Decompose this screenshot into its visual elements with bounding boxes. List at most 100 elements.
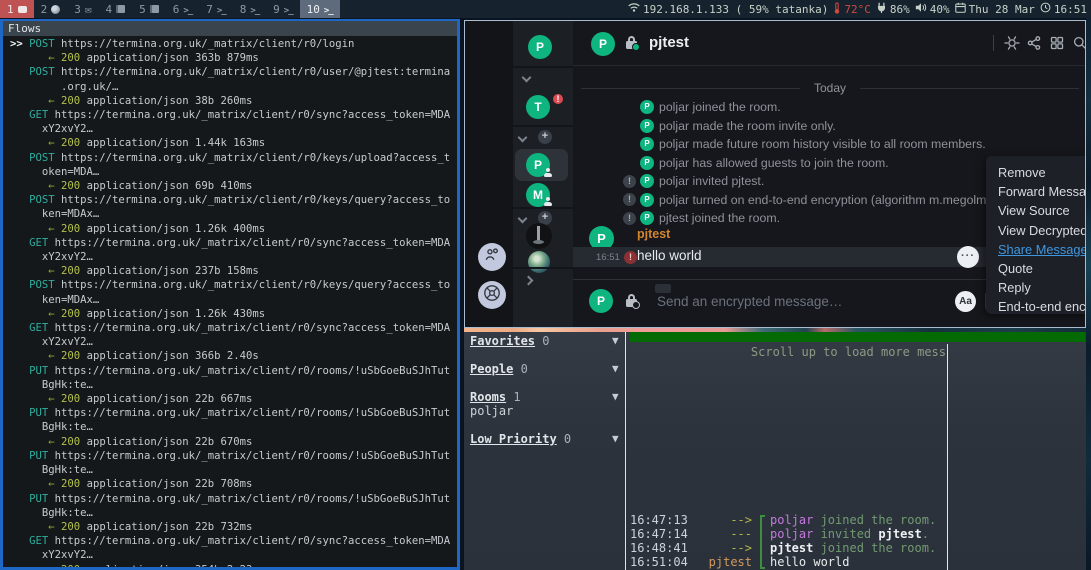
status-code: 200	[61, 436, 80, 448]
explore-rooms-button[interactable]	[478, 281, 506, 309]
buffer-section-people[interactable]: People 0	[470, 362, 528, 376]
date-label: Thu 28 Mar	[969, 3, 1035, 16]
chat-message: pjtest joined the room.	[770, 541, 936, 555]
volume-status: 40%	[915, 2, 950, 16]
firefox-icon	[51, 5, 60, 14]
room-header-avatar[interactable]: P	[591, 32, 615, 56]
workspace-button-8[interactable]: 8	[233, 0, 266, 18]
workspace-button-7[interactable]: 7	[199, 0, 232, 18]
flow-row[interactable]: PUT https://termina.org.uk/_matrix/clien…	[10, 492, 457, 506]
menu-item-view-source[interactable]: View Source	[986, 201, 1086, 220]
flow-row[interactable]: >> POST https://termina.org.uk/_matrix/c…	[10, 37, 457, 51]
workspace-button-2[interactable]: 2	[34, 0, 68, 18]
section-divider	[513, 66, 573, 68]
flow-url-continuation: xY2xvY2…	[10, 548, 457, 562]
flow-row[interactable]: GET https://termina.org.uk/_matrix/clien…	[10, 108, 457, 122]
workspace-button-6[interactable]: 6	[166, 0, 199, 18]
temperature-status: 72°C	[833, 2, 871, 17]
room-header: P pjtest	[573, 21, 1085, 66]
flow-url-continuation: BgHk:te…	[10, 420, 457, 434]
buffer-room-item[interactable]: poljar	[470, 404, 513, 418]
community-people-button[interactable]	[478, 243, 506, 271]
workspace-button-1[interactable]: 1	[0, 0, 34, 18]
workspace-button-5[interactable]: 5	[132, 0, 166, 18]
add-room-button[interactable]: +	[538, 130, 552, 144]
terminal-icon	[250, 3, 259, 16]
search-icon[interactable]	[1072, 35, 1086, 51]
message-options-button[interactable]: ···	[957, 246, 979, 268]
calendar-icon	[955, 2, 966, 16]
apps-grid-icon[interactable]	[1049, 35, 1065, 51]
user-menu-avatar[interactable]: P	[528, 35, 552, 59]
http-method: GET	[29, 535, 48, 547]
workspace-number: 2	[41, 3, 48, 16]
workspace-button-10[interactable]: 10	[300, 0, 340, 18]
menu-item-forward-message[interactable]: Forward Message	[986, 182, 1086, 201]
encrypted-lock-shield-icon	[625, 35, 641, 52]
urgent-badge: !	[551, 92, 565, 106]
chevron-down-icon[interactable]	[522, 73, 532, 83]
room-avatar-T[interactable]: T	[526, 95, 550, 119]
room-avatar-image[interactable]	[526, 223, 552, 249]
status-area: 192.168.1.133 ( 59% tatanka) 72°C 86% 40…	[628, 2, 1091, 17]
flow-row[interactable]: PUT https://termina.org.uk/_matrix/clien…	[10, 449, 457, 463]
communities-sidebar	[465, 21, 513, 327]
workspace-button-4[interactable]: 4	[99, 0, 133, 18]
flow-row[interactable]: POST https://termina.org.uk/_matrix/clie…	[10, 151, 457, 165]
workspace-button-3[interactable]: 3✉	[67, 0, 98, 18]
buffer-section-rooms[interactable]: Rooms 1	[470, 390, 521, 404]
flow-row[interactable]: GET https://termina.org.uk/_matrix/clien…	[10, 236, 457, 250]
dropdown-arrow-icon: ▼	[612, 432, 619, 445]
menu-item-reply[interactable]: Reply	[986, 278, 1086, 297]
chevron-down-icon[interactable]	[518, 133, 528, 143]
http-method: PUT	[29, 450, 48, 462]
message-input[interactable]: Send an encrypted message…	[657, 294, 937, 309]
room-avatar-image[interactable]	[528, 251, 550, 273]
flow-url-continuation: ken=MDAx…	[10, 207, 457, 221]
chat-message: poljar invited pjtest.	[770, 527, 929, 541]
menu-item-share-message[interactable]: Share Message	[986, 240, 1086, 259]
flow-url-continuation: BgHk:te…	[10, 463, 457, 477]
flow-cursor	[10, 493, 29, 505]
buffer-section-favorites[interactable]: Favorites 0	[470, 334, 549, 348]
status-code: 200	[61, 393, 80, 405]
flow-row[interactable]: PUT https://termina.org.uk/_matrix/clien…	[10, 406, 457, 420]
chat-prefix: -->	[660, 541, 752, 555]
chevron-right-icon[interactable]	[524, 276, 534, 286]
menu-item-remove[interactable]: Remove	[986, 163, 1086, 182]
response-arrow: ←	[48, 223, 61, 235]
workspace-button-9[interactable]: 9	[266, 0, 299, 18]
response-arrow: ←	[48, 308, 61, 320]
flow-row[interactable]: PUT https://termina.org.uk/_matrix/clien…	[10, 364, 457, 378]
event-avatar: P	[640, 174, 654, 188]
flow-row[interactable]: GET https://termina.org.uk/_matrix/clien…	[10, 534, 457, 548]
settings-gear-icon[interactable]	[1004, 35, 1020, 51]
header-divider	[993, 35, 994, 51]
share-icon[interactable]	[1026, 35, 1042, 51]
response-arrow: ←	[48, 564, 61, 570]
message-timestamp: 16:51	[596, 252, 620, 263]
menu-item-end-to-end-encry[interactable]: End-to-end encry	[986, 297, 1086, 314]
workspace-number: 4	[106, 3, 113, 16]
http-method: POST	[29, 194, 55, 206]
http-method: GET	[29, 237, 48, 249]
workspace-number: 5	[139, 3, 146, 16]
chat-prefix: pjtest	[660, 555, 752, 569]
buffer-section-low-priority[interactable]: Low Priority 0	[470, 432, 571, 446]
flow-cursor	[10, 535, 29, 547]
event-text: poljar has allowed guests to join the ro…	[659, 156, 889, 170]
flow-row[interactable]: POST https://termina.org.uk/_matrix/clie…	[10, 278, 457, 292]
chevron-down-icon[interactable]	[518, 214, 528, 224]
workspace-number: 1	[7, 3, 14, 16]
flow-row[interactable]: GET https://termina.org.uk/_matrix/clien…	[10, 321, 457, 335]
menu-item-quote[interactable]: Quote	[986, 259, 1086, 278]
flow-row[interactable]: POST https://termina.org.uk/_matrix/clie…	[10, 193, 457, 207]
flow-row[interactable]: POST https://termina.org.uk/_matrix/clie…	[10, 65, 457, 79]
terminal-icon	[284, 3, 293, 16]
chat-segment: poljar	[770, 527, 813, 541]
status-code: 200	[61, 564, 80, 570]
composer-lock-icon	[625, 293, 641, 310]
message-sender-name: pjtest	[637, 227, 670, 241]
menu-item-view-decrypted-s[interactable]: View Decrypted S	[986, 221, 1086, 240]
format-text-button[interactable]: Aa	[955, 291, 976, 312]
